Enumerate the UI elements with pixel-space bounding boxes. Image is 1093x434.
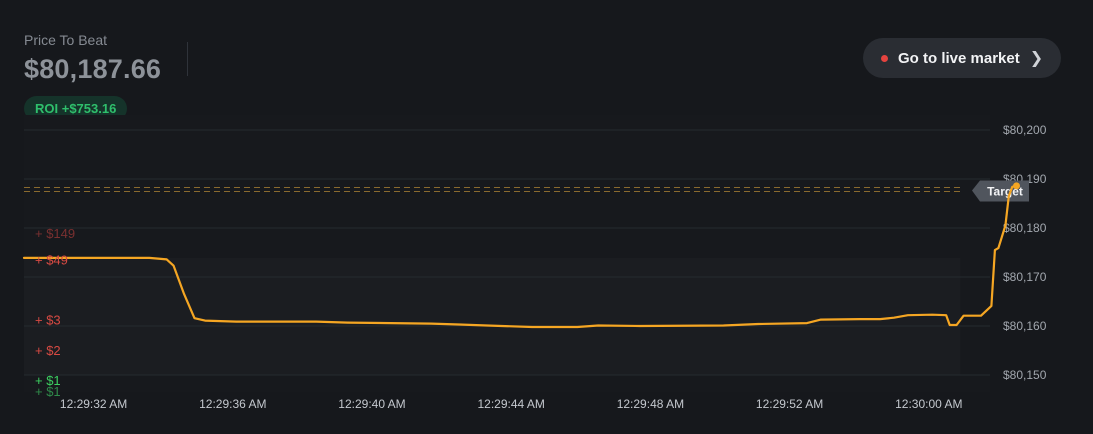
y-tick-label: $80,160 xyxy=(1003,319,1047,333)
x-tick-label: 12:29:44 AM xyxy=(478,397,545,411)
y-tick-label: $80,150 xyxy=(1003,368,1047,382)
past-region xyxy=(24,257,961,375)
y-tick-label: $80,180 xyxy=(1003,221,1047,235)
x-tick-label: 12:30:00 AM xyxy=(895,397,962,411)
x-tick-label: 12:29:52 AM xyxy=(756,397,823,411)
x-tick-label: 12:29:36 AM xyxy=(199,397,266,411)
price-chart: $80,200$80,190$80,180$80,170$80,160$80,1… xyxy=(22,115,1047,411)
y-tick-label: $80,170 xyxy=(1003,270,1047,284)
payout-marker: + $2 xyxy=(35,343,61,358)
y-tick-label: $80,200 xyxy=(1003,123,1047,137)
price-endpoint xyxy=(1012,182,1020,190)
payout-marker: + $1 xyxy=(35,384,61,399)
payout-marker: + $49 xyxy=(35,252,68,267)
payout-marker: + $3 xyxy=(35,313,61,328)
x-tick-label: 12:29:32 AM xyxy=(60,397,127,411)
x-tick-label: 12:29:40 AM xyxy=(338,397,405,411)
x-tick-label: 12:29:48 AM xyxy=(617,397,684,411)
payout-marker: + $149 xyxy=(35,226,75,241)
